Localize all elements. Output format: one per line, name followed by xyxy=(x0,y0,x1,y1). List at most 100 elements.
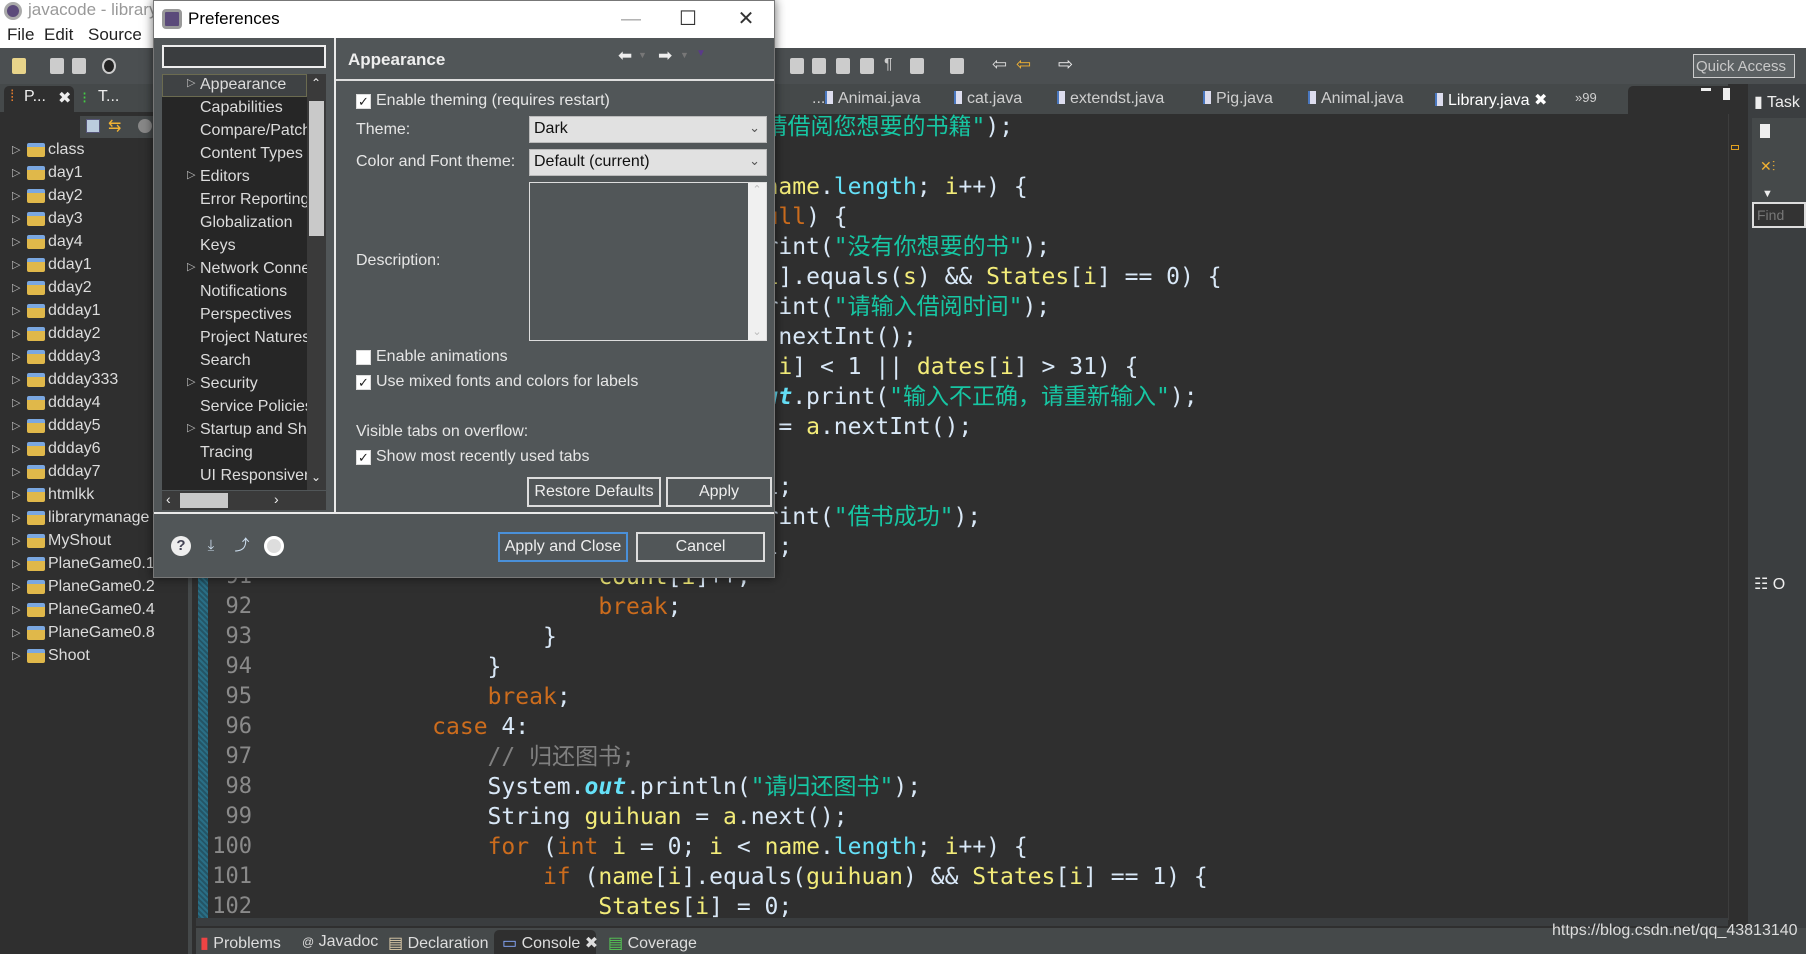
expand-icon[interactable]: ▷ xyxy=(187,375,195,388)
project-item[interactable]: ▷ PlaneGame0.8 xyxy=(0,623,188,646)
help-icon[interactable]: ? xyxy=(171,536,191,556)
expand-icon[interactable]: ▷ xyxy=(12,304,20,317)
overview-ruler[interactable] xyxy=(1728,114,1746,920)
close-icon[interactable]: ✖ xyxy=(58,88,71,108)
save-all-icon[interactable] xyxy=(72,58,86,74)
link-editor-icon[interactable]: ⇆ xyxy=(108,116,121,136)
minimize-icon[interactable] xyxy=(1701,88,1711,91)
expand-icon[interactable]: ▷ xyxy=(12,534,20,547)
tab-library[interactable]: Library.java ✖ xyxy=(1435,90,1547,110)
forward-icon[interactable]: ⇨ xyxy=(1058,54,1073,75)
back-menu-icon[interactable]: ▼ xyxy=(638,50,647,60)
tab-more[interactable]: ... xyxy=(812,90,825,108)
expand-icon[interactable]: ▷ xyxy=(12,465,20,478)
menu-edit[interactable]: Edit xyxy=(44,25,73,45)
expand-icon[interactable]: ▷ xyxy=(12,396,20,409)
tab-javadoc[interactable]: @ Javadoc xyxy=(302,933,378,951)
enable-theming-checkbox[interactable]: ✓ xyxy=(356,94,371,109)
pilcrow-icon[interactable]: ¶ xyxy=(884,56,893,74)
record-icon[interactable] xyxy=(264,536,284,556)
warning-marker[interactable] xyxy=(1731,145,1739,150)
scroll-thumb[interactable] xyxy=(180,493,228,508)
close-tab-icon[interactable]: ✖ xyxy=(585,935,598,952)
tab-type-hierarchy[interactable]: T... xyxy=(98,88,119,106)
import-icon[interactable]: ⤓ xyxy=(201,536,221,556)
tab-extendst[interactable]: extendst.java xyxy=(1057,90,1164,108)
edit-icon[interactable] xyxy=(790,58,804,74)
preference-tree-item[interactable]: Capabilities xyxy=(162,97,307,120)
expand-icon[interactable]: ▷ xyxy=(12,603,20,616)
tab-animal[interactable]: Animal.java xyxy=(1308,90,1404,108)
quick-access-input[interactable]: Quick Access xyxy=(1693,54,1795,78)
tab-console[interactable]: ▭ Console ✖ xyxy=(502,933,598,953)
description-textarea[interactable]: ⌃ ⌄ xyxy=(529,182,767,341)
expand-icon[interactable]: ▷ xyxy=(12,143,20,156)
show-mru-checkbox[interactable]: ✓ xyxy=(356,450,371,465)
enable-animations-checkbox[interactable] xyxy=(356,350,371,365)
apply-and-close-button[interactable]: Apply and Close xyxy=(498,532,628,562)
expand-icon[interactable]: ▷ xyxy=(12,419,20,432)
color-font-theme-select[interactable]: Default (current) ⌄ xyxy=(529,149,767,176)
apply-button[interactable]: Apply xyxy=(666,477,772,507)
task-filter-icon[interactable]: ✕⫶ xyxy=(1760,158,1775,175)
preference-tree-item[interactable]: Service Policies xyxy=(162,396,307,419)
expand-icon[interactable]: ▷ xyxy=(12,350,20,363)
expand-icon[interactable]: ▷ xyxy=(12,327,20,340)
debug-icon[interactable] xyxy=(102,58,116,74)
scroll-up-icon[interactable]: ⌃ xyxy=(748,183,766,196)
project-item[interactable]: ▷ PlaneGame0.4 xyxy=(0,600,188,623)
scroll-thumb[interactable] xyxy=(309,101,324,236)
tab-declaration[interactable]: ▤ Declaration xyxy=(388,933,489,953)
expand-icon[interactable]: ▷ xyxy=(12,166,20,179)
expand-icon[interactable]: ▷ xyxy=(12,189,20,202)
close-button[interactable]: ✕ xyxy=(726,5,766,33)
preference-tree-item[interactable]: Compare/Patch xyxy=(162,120,307,143)
expand-icon[interactable]: ▷ xyxy=(12,235,20,248)
preference-tree-item[interactable]: ▷ Editors xyxy=(162,166,307,189)
new-task-icon[interactable] xyxy=(1760,124,1770,138)
preference-tree-item[interactable]: UI Responsiveness xyxy=(162,465,307,488)
expand-icon[interactable]: ▷ xyxy=(12,626,20,639)
view-menu-icon[interactable]: ▼ xyxy=(696,48,706,59)
filter-input[interactable] xyxy=(162,45,326,68)
expand-icon[interactable]: ▷ xyxy=(12,511,20,524)
tab-animai[interactable]: Animai.java xyxy=(825,90,921,108)
back-icon[interactable]: ⇦ xyxy=(1016,54,1031,75)
format-icon[interactable] xyxy=(836,58,850,74)
menu-source[interactable]: Source xyxy=(88,25,142,45)
expand-icon[interactable]: ▷ xyxy=(12,557,20,570)
next-annotation-icon[interactable] xyxy=(910,58,924,74)
export-icon[interactable]: ⤴ xyxy=(232,536,252,556)
prev-annotation-icon[interactable] xyxy=(950,58,964,74)
expand-icon[interactable]: ▷ xyxy=(187,421,195,434)
preference-tree-item[interactable]: Notifications xyxy=(162,281,307,304)
expand-icon[interactable]: ▷ xyxy=(187,168,195,181)
view-menu-icon[interactable]: ▼ xyxy=(1762,188,1773,200)
description-scrollbar[interactable]: ⌃ ⌄ xyxy=(748,183,766,340)
save-icon[interactable] xyxy=(50,58,64,74)
preference-tree-item[interactable]: Globalization xyxy=(162,212,307,235)
editor-horizontal-scrollbar[interactable] xyxy=(196,918,1728,926)
preference-tree-item[interactable]: Perspectives xyxy=(162,304,307,327)
restore-defaults-button[interactable]: Restore Defaults xyxy=(527,477,661,507)
tab-overflow[interactable]: »99 xyxy=(1575,90,1597,105)
maximize-button[interactable]: ☐ xyxy=(668,5,708,33)
preference-tree-item[interactable]: Search xyxy=(162,350,307,373)
expand-icon[interactable]: ▷ xyxy=(12,442,20,455)
tab-coverage[interactable]: ▤ Coverage xyxy=(608,933,697,953)
preference-tree-item[interactable]: Tracing xyxy=(162,442,307,465)
scroll-up-icon[interactable]: ⌃ xyxy=(311,76,321,90)
preference-tree-item[interactable]: ▷ Network Connections xyxy=(162,258,307,281)
expand-icon[interactable]: ▷ xyxy=(187,260,195,273)
cancel-button[interactable]: Cancel xyxy=(636,532,765,562)
scroll-left-icon[interactable]: ‹ xyxy=(166,491,171,507)
preference-tree-item[interactable]: Content Types xyxy=(162,143,307,166)
theme-select[interactable]: Dark ⌄ xyxy=(529,116,767,143)
preference-tree-item[interactable]: Error Reporting xyxy=(162,189,307,212)
tree-vertical-scrollbar[interactable]: ⌃ ⌄ xyxy=(307,74,326,490)
tab-tasks[interactable]: ▮ Task xyxy=(1754,92,1800,112)
scroll-right-icon[interactable]: › xyxy=(274,491,279,507)
scroll-down-icon[interactable]: ⌄ xyxy=(311,470,321,484)
tools-icon[interactable] xyxy=(812,58,826,74)
maximize-icon[interactable] xyxy=(1723,88,1730,100)
